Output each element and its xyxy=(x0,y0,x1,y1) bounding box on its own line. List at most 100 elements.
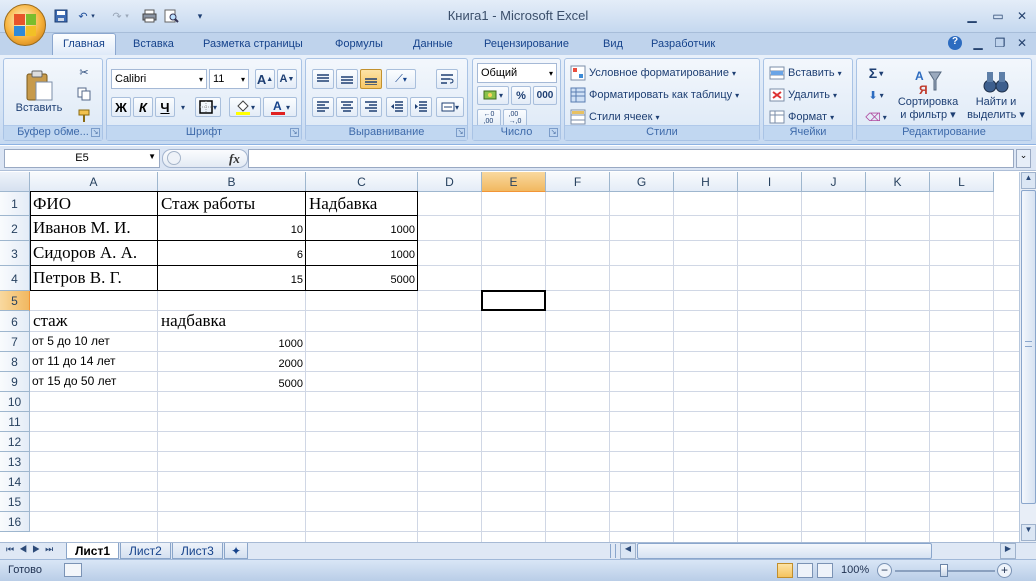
autosum-button[interactable]: Σ ▾ xyxy=(861,63,891,83)
paste-button[interactable]: Вставить xyxy=(14,63,64,121)
cell-a6[interactable]: стаж xyxy=(30,311,157,331)
column-header-j[interactable]: J xyxy=(802,172,866,192)
sheet-tab-3[interactable]: Лист3 xyxy=(172,543,223,559)
column-header-a[interactable]: A xyxy=(30,172,158,192)
borders-button[interactable]: ▾ xyxy=(195,97,221,117)
format-as-table-button[interactable]: Форматировать как таблицу ▾ xyxy=(569,85,740,105)
scroll-up-icon[interactable]: ▲ xyxy=(1021,172,1036,189)
scroll-left-icon[interactable]: ◀ xyxy=(620,543,636,559)
delete-cells-button[interactable]: Удалить ▾ xyxy=(768,85,838,105)
number-launcher-icon[interactable]: ↘ xyxy=(549,128,558,137)
thousands-separator-button[interactable]: 000 xyxy=(533,86,557,105)
row-header-4[interactable]: 4 xyxy=(0,266,30,291)
maximize-icon[interactable]: ▭ xyxy=(988,9,1008,23)
name-box[interactable]: E5 ▼ xyxy=(4,149,160,168)
active-cell-cursor[interactable] xyxy=(481,290,546,311)
page-layout-view-icon[interactable] xyxy=(797,563,813,578)
horizontal-scroll-thumb[interactable] xyxy=(637,543,932,559)
cell-a2[interactable]: Иванов М. И. xyxy=(30,216,157,240)
decrease-indent-icon[interactable] xyxy=(386,97,408,117)
cell-a7[interactable]: от 5 до 10 лет xyxy=(30,332,157,351)
cell-b3[interactable]: 6 xyxy=(158,241,305,265)
cell-a9[interactable]: от 15 до 50 лет xyxy=(30,372,157,391)
row-header-1[interactable]: 1 xyxy=(0,192,30,216)
sort-filter-button[interactable]: АЯ Сортировка и фильтр ▾ xyxy=(893,63,963,127)
tab-home[interactable]: Главная xyxy=(52,33,116,56)
cell-a1[interactable]: ФИО xyxy=(30,192,157,215)
align-top-icon[interactable] xyxy=(312,69,334,89)
vertical-scrollbar[interactable]: ▲ ▼ xyxy=(1019,172,1036,542)
conditional-formatting-button[interactable]: Условное форматирование ▾ xyxy=(569,63,737,83)
page-break-view-icon[interactable] xyxy=(817,563,833,578)
cell-a3[interactable]: Сидоров А. А. xyxy=(30,241,157,265)
cell-b9[interactable]: 5000 xyxy=(158,372,305,391)
clipboard-launcher-icon[interactable]: ↘ xyxy=(91,128,100,137)
cell-b8[interactable]: 2000 xyxy=(158,352,305,371)
scroll-down-icon[interactable]: ▼ xyxy=(1021,524,1036,541)
alignment-launcher-icon[interactable]: ↘ xyxy=(456,128,465,137)
scroll-right-icon[interactable]: ▶ xyxy=(1000,543,1016,559)
tab-data[interactable]: Данные xyxy=(403,36,463,55)
increase-indent-icon[interactable] xyxy=(410,97,432,117)
align-center-icon[interactable] xyxy=(336,97,358,117)
cell-a8[interactable]: от 11 до 14 лет xyxy=(30,352,157,371)
macro-record-icon[interactable] xyxy=(64,563,82,577)
select-all-corner[interactable] xyxy=(0,172,30,192)
column-header-h[interactable]: H xyxy=(674,172,738,192)
italic-button[interactable]: К xyxy=(133,97,153,117)
shrink-font-button[interactable]: A ▼ xyxy=(277,69,297,89)
align-right-icon[interactable] xyxy=(360,97,382,117)
cell-a4[interactable]: Петров В. Г. xyxy=(30,266,157,290)
minimize-icon[interactable]: ▁ xyxy=(962,9,982,23)
cancel-formula-icon[interactable] xyxy=(167,151,181,165)
format-painter-icon[interactable] xyxy=(74,107,94,125)
tab-view[interactable]: Вид xyxy=(593,36,633,55)
cell-c3[interactable]: 1000 xyxy=(306,241,417,265)
cell-b4[interactable]: 15 xyxy=(158,266,305,290)
bold-button[interactable]: Ж xyxy=(111,97,131,117)
copy-icon[interactable] xyxy=(74,85,94,103)
column-header-g[interactable]: G xyxy=(610,172,674,192)
grow-font-button[interactable]: A ▲ xyxy=(255,69,275,89)
row-header-16[interactable]: 16 xyxy=(0,512,30,532)
row-header-8[interactable]: 8 xyxy=(0,352,30,372)
formula-input[interactable] xyxy=(248,149,1014,168)
tab-page-layout[interactable]: Разметка страницы xyxy=(193,36,313,55)
underline-dropdown-icon[interactable]: ▾ xyxy=(177,97,189,117)
insert-cells-button[interactable]: Вставить ▾ xyxy=(768,63,843,83)
orientation-button[interactable]: ⟋ ▾ xyxy=(386,69,416,89)
cell-c1[interactable]: Надбавка xyxy=(306,192,417,215)
clear-button[interactable]: ⌫ ▾ xyxy=(861,107,891,127)
font-launcher-icon[interactable]: ↘ xyxy=(290,128,299,137)
insert-function-button[interactable]: fx xyxy=(229,151,240,167)
cell-b1[interactable]: Стаж работы xyxy=(158,192,305,215)
cell-styles-button[interactable]: Стили ячеек ▾ xyxy=(569,107,661,127)
office-button[interactable] xyxy=(4,4,46,46)
cell-c2[interactable]: 1000 xyxy=(306,216,417,240)
row-header-11[interactable]: 11 xyxy=(0,412,30,432)
row-header-2[interactable]: 2 xyxy=(0,216,30,241)
fill-button[interactable]: ⬇ ▾ xyxy=(861,85,891,105)
doc-minimize-icon[interactable]: ▁ xyxy=(968,36,988,50)
tab-formulas[interactable]: Формулы xyxy=(325,36,393,55)
zoom-in-icon[interactable]: + xyxy=(997,563,1012,578)
tab-split-handle[interactable] xyxy=(610,544,616,558)
row-header-3[interactable]: 3 xyxy=(0,241,30,266)
align-bottom-icon[interactable] xyxy=(360,69,382,89)
cell-b6[interactable]: надбавка xyxy=(158,311,305,331)
column-header-k[interactable]: K xyxy=(866,172,930,192)
column-header-f[interactable]: F xyxy=(546,172,610,192)
cell-c4[interactable]: 5000 xyxy=(306,266,417,290)
align-middle-icon[interactable] xyxy=(336,69,358,89)
doc-restore-icon[interactable]: ❐ xyxy=(990,36,1010,50)
column-header-c[interactable]: C xyxy=(306,172,418,192)
zoom-level[interactable]: 100% xyxy=(841,564,869,576)
normal-view-icon[interactable] xyxy=(777,563,793,578)
percent-button[interactable]: % xyxy=(511,86,531,105)
row-header-10[interactable]: 10 xyxy=(0,392,30,412)
column-header-l[interactable]: L xyxy=(930,172,994,192)
column-header-e[interactable]: E xyxy=(482,172,546,192)
sheet-navigation-arrows[interactable]: ⏮◀▶⏭ xyxy=(6,544,58,555)
close-icon[interactable]: ✕ xyxy=(1012,9,1032,23)
row-header-7[interactable]: 7 xyxy=(0,332,30,352)
